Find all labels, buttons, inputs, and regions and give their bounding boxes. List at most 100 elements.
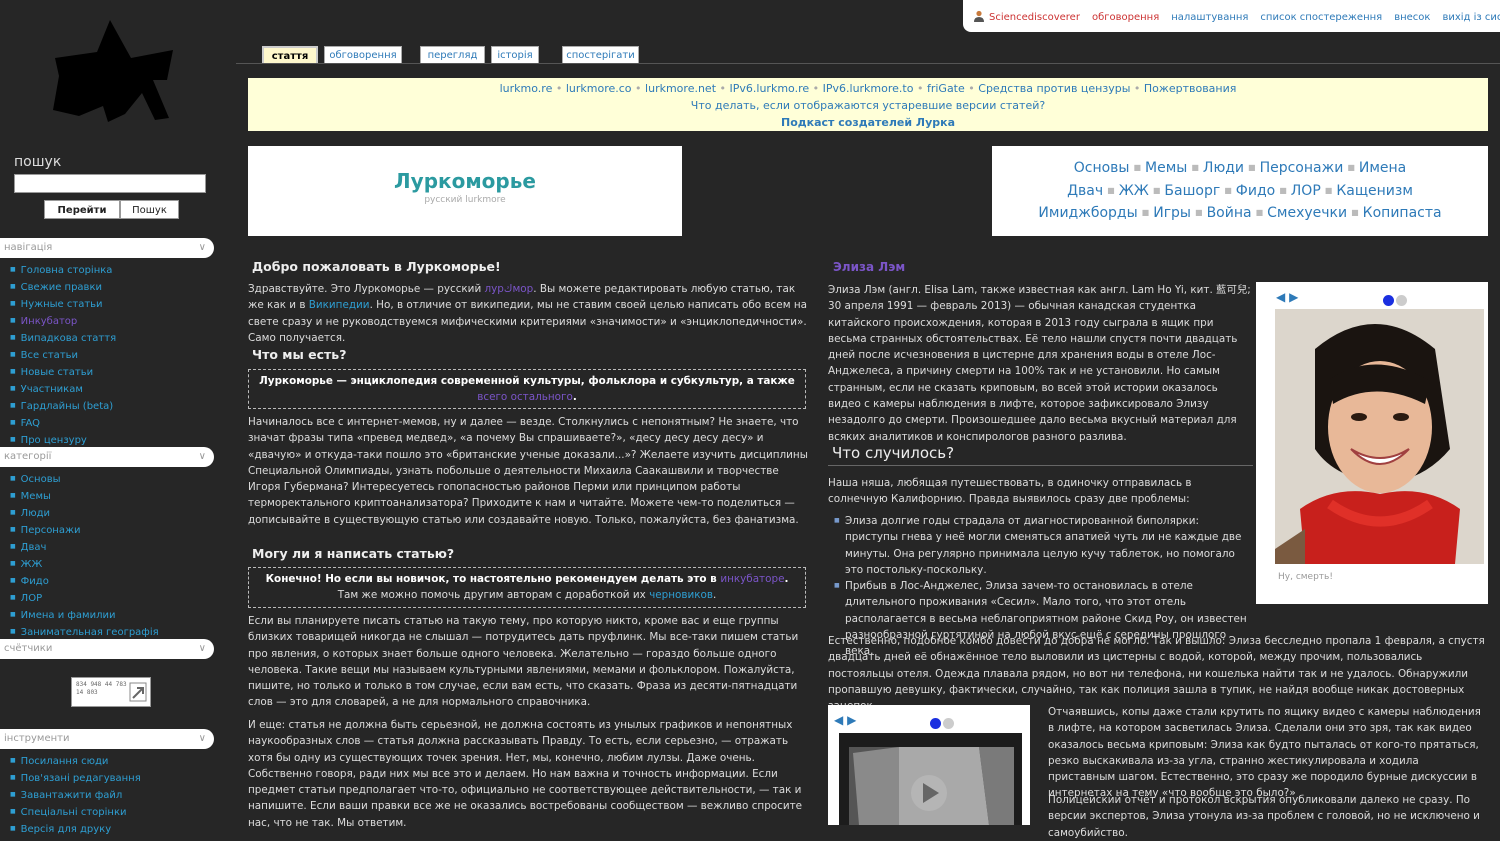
next-arrow-icon[interactable]: ▶ — [847, 713, 856, 727]
sidebar-nav-item[interactable]: Свежие правки — [10, 279, 116, 296]
outdated-versions-link[interactable]: Что делать, если отображаются устаревшие… — [248, 97, 1488, 114]
counter-widget[interactable]: 834 948 44 783 14 803 — [71, 677, 151, 707]
logout-link[interactable]: вихід із системи — [1442, 12, 1500, 23]
watchlist-link[interactable]: список спостереження — [1260, 12, 1382, 23]
user-link[interactable]: Sciencediscoverer — [989, 12, 1080, 23]
sidebar-nav-item[interactable]: Участникам — [10, 381, 116, 398]
site-logo[interactable] — [45, 18, 185, 133]
category-link[interactable]: Мемы — [1145, 160, 1187, 176]
podcast-link[interactable]: Подкаст создателей Лурка — [248, 114, 1488, 131]
sidebar-category-item[interactable]: Основы — [10, 471, 159, 488]
sidebar-category-item[interactable]: ЖЖ — [10, 556, 159, 573]
contributions-link[interactable]: внесок — [1394, 12, 1430, 23]
what-paragraph: Начиналось все с интернет-мемов, ну и да… — [248, 416, 808, 526]
sidebar-tool-item[interactable]: Спеціальні сторінки — [10, 804, 141, 821]
sidebar-category-item-label: Занимательная географія — [20, 627, 159, 638]
video-player[interactable] — [839, 733, 1022, 825]
mirror-link[interactable]: lurkmore.net — [645, 82, 716, 95]
mirror-link[interactable]: lurkmo.re — [500, 82, 553, 95]
mirror-link[interactable]: friGate — [927, 82, 965, 95]
sidebar-nav-item[interactable]: Все статьи — [10, 347, 116, 364]
incubator-link[interactable]: инкубаторе — [720, 573, 784, 585]
sidebar-nav-item[interactable]: Нужные статьи — [10, 296, 116, 313]
counters-title: счётчики — [4, 643, 53, 654]
category-link[interactable]: Имена — [1359, 160, 1406, 176]
search-input[interactable] — [14, 174, 206, 193]
lurkmore-link[interactable]: лурكмор — [485, 283, 534, 295]
tab-discussion[interactable]: обговорення — [324, 46, 402, 63]
sidebar-nav-item[interactable]: Инкубатор — [10, 313, 116, 330]
mirror-link[interactable]: IPv6.lurkmore.to — [823, 82, 914, 95]
sidebar-category-item[interactable]: Имена и фамилии — [10, 607, 159, 624]
censorship-link[interactable]: Средства против цензуры — [978, 82, 1130, 95]
sidebar-tool-item-label: Завантажити файл — [20, 790, 123, 801]
next-arrow-icon[interactable]: ▶ — [1289, 290, 1298, 304]
separator-icon: ■ — [1141, 208, 1150, 217]
sidebar-nav-item-label: Все статьи — [20, 350, 79, 361]
sidebar-tool-item[interactable]: Пов'язані редагування — [10, 770, 141, 787]
category-link[interactable]: Копипаста — [1363, 205, 1442, 221]
category-link[interactable]: Основы — [1074, 160, 1130, 176]
category-link[interactable]: Война — [1207, 205, 1252, 221]
tab-history[interactable]: історія — [491, 46, 539, 63]
sidebar-category-item[interactable]: Фидо — [10, 573, 159, 590]
category-link[interactable]: ЖЖ — [1119, 183, 1149, 199]
tab-article[interactable]: стаття — [262, 46, 318, 63]
category-link[interactable]: Люди — [1203, 160, 1244, 176]
preferences-link[interactable]: налаштування — [1171, 12, 1248, 23]
prev-arrow-icon[interactable]: ◀ — [1276, 290, 1285, 304]
sidebar-category-item[interactable]: Двач — [10, 539, 159, 556]
tab-view[interactable]: перегляд — [420, 46, 485, 63]
category-link[interactable]: Двач — [1067, 183, 1103, 199]
search-button[interactable]: Пошук — [120, 200, 179, 219]
sidebar-category-item[interactable]: Персонажи — [10, 522, 159, 539]
sidebar-tool-item[interactable]: Завантажити файл — [10, 787, 141, 804]
prev-arrow-icon[interactable]: ◀ — [834, 713, 843, 727]
gallery-pager[interactable] — [1383, 291, 1407, 310]
sidebar-tool-item[interactable]: Версія для друку — [10, 821, 141, 838]
section-divider — [828, 465, 1253, 466]
mirror-link[interactable]: lurkmore.co — [566, 82, 632, 95]
drafts-link[interactable]: черновиков — [649, 589, 713, 601]
wikipedia-link[interactable]: Википедии — [309, 299, 370, 311]
sidebar-category-item-label: Персонажи — [20, 525, 81, 536]
sidebar-category-item[interactable]: ЛОР — [10, 590, 159, 607]
sidebar-nav-item[interactable]: Новые статьи — [10, 364, 116, 381]
sidebar-nav-item[interactable]: Випадкова стаття — [10, 330, 116, 347]
section-paragraph-4: Полицейский отчёт и протокол вскрытия оп… — [1048, 794, 1480, 839]
tools-header[interactable]: інструменти ∨ — [0, 729, 214, 749]
navigation-header[interactable]: навігація ∨ — [0, 238, 214, 258]
everything-else-link[interactable]: всего остального — [477, 391, 573, 403]
category-link[interactable]: Имиджборды — [1038, 205, 1137, 221]
counters-header[interactable]: счётчики ∨ — [0, 639, 214, 659]
personal-talk-link[interactable]: обговорення — [1092, 12, 1159, 23]
sidebar-nav-item[interactable]: Гардлайны (beta) — [10, 398, 116, 415]
sidebar-category-item[interactable]: Мемы — [10, 488, 159, 505]
video-pager[interactable] — [930, 714, 954, 733]
separator-icon: ■ — [1351, 208, 1359, 217]
separator-icon: ■ — [1191, 163, 1199, 172]
sidebar-tool-item[interactable]: Посилання сюди — [10, 753, 141, 770]
category-link[interactable]: Смехуечки — [1267, 205, 1347, 221]
go-button[interactable]: Перейти — [44, 200, 120, 219]
portrait-photo[interactable] — [1275, 309, 1484, 564]
separator-icon: ■ — [1133, 163, 1142, 172]
sidebar-category-item[interactable]: Люди — [10, 505, 159, 522]
mirror-link[interactable]: IPv6.lurkmo.re — [730, 82, 810, 95]
categories-header[interactable]: категорії ∨ — [0, 447, 214, 467]
tools-title: інструменти — [4, 733, 70, 744]
category-link[interactable]: Персонажи — [1260, 160, 1344, 176]
sidebar-nav-item[interactable]: FAQ — [10, 415, 116, 432]
sidebar-nav-item[interactable]: Головна сторінка — [10, 262, 116, 279]
category-link[interactable]: Фидо — [1236, 183, 1275, 199]
featured-article-title[interactable]: Элиза Лэм — [833, 260, 905, 274]
category-link[interactable]: Башорг — [1164, 183, 1220, 199]
category-link[interactable]: ЛОР — [1291, 183, 1321, 199]
category-link[interactable]: Игры — [1153, 205, 1191, 221]
donations-link[interactable]: Пожертвования — [1144, 82, 1236, 95]
category-link[interactable]: Кащенизм — [1336, 183, 1413, 199]
navigation-list: Головна сторінка Свежие правки Нужные стат… — [10, 262, 116, 449]
tab-watch[interactable]: спостерігати — [562, 46, 639, 63]
navigation-title: навігація — [4, 242, 53, 253]
personal-bar: Sciencediscoverer обговорення налаштування… — [963, 0, 1500, 32]
